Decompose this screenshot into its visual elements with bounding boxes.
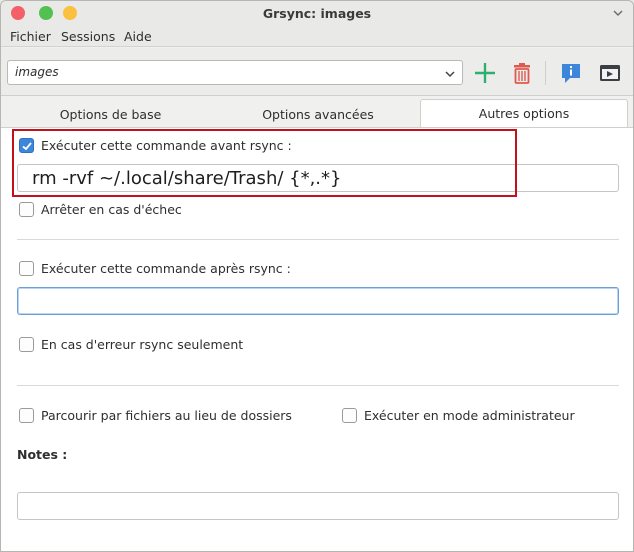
execute-button[interactable] xyxy=(597,60,623,86)
stop-on-fail-row: Arrêter en cas d'échec xyxy=(19,202,182,217)
stop-on-fail-label: Arrêter en cas d'échec xyxy=(41,202,182,217)
browse-files-checkbox[interactable] xyxy=(19,408,34,423)
highlight-box xyxy=(12,129,517,197)
run-as-admin-label: Exécuter en mode administrateur xyxy=(364,408,575,423)
tab-options-de-base[interactable]: Options de base xyxy=(3,101,218,127)
delete-session-icon xyxy=(514,63,530,84)
menu-bar: Fichier Sessions Aide xyxy=(1,27,633,47)
tab-autres-options[interactable]: Autres options xyxy=(420,99,628,128)
title-bar: Grsync: images xyxy=(1,1,633,27)
info-button[interactable] xyxy=(558,60,584,86)
separator xyxy=(17,239,619,240)
on-error-only-label: En cas d'erreur rsync seulement xyxy=(41,337,244,352)
session-value: images xyxy=(15,65,59,79)
menu-aide[interactable]: Aide xyxy=(124,29,152,44)
notes-label: Notes : xyxy=(17,447,68,462)
notes-row: Notes : xyxy=(17,447,67,462)
menu-sessions[interactable]: Sessions xyxy=(61,29,115,44)
toolbar-separator xyxy=(545,61,546,85)
info-icon xyxy=(562,64,580,83)
delete-session-button[interactable] xyxy=(509,60,535,86)
app-window: Grsync: images Fichier Sessions Aide ima… xyxy=(0,0,634,552)
execute-icon xyxy=(600,65,620,81)
toolbar: images xyxy=(1,48,633,96)
session-combobox[interactable]: images xyxy=(7,60,463,85)
notebook-tabs: Options de base Options avancées Autres … xyxy=(1,97,633,128)
on-error-only-row: En cas d'erreur rsync seulement xyxy=(19,337,243,352)
separator xyxy=(17,385,619,386)
notes-input[interactable] xyxy=(17,492,619,520)
browse-files-row: Parcourir par fichiers au lieu de dossie… xyxy=(19,408,292,423)
post-command-row: Exécuter cette commande après rsync : xyxy=(19,261,291,276)
run-as-admin-row: Exécuter en mode administrateur xyxy=(342,408,575,423)
window-title: Grsync: images xyxy=(262,6,372,21)
menu-fichier[interactable]: Fichier xyxy=(10,29,51,44)
add-session-button[interactable] xyxy=(472,60,498,86)
browse-files-label: Parcourir par fichiers au lieu de dossie… xyxy=(41,408,292,423)
window-menu-chevron-icon[interactable] xyxy=(611,6,625,20)
on-error-only-checkbox[interactable] xyxy=(19,337,34,352)
run-as-admin-checkbox[interactable] xyxy=(342,408,357,423)
add-session-icon xyxy=(475,63,495,83)
post-command-checkbox[interactable] xyxy=(19,261,34,276)
chevron-down-icon xyxy=(444,68,456,78)
tab-options-avancees[interactable]: Options avancées xyxy=(218,101,418,127)
post-command-label: Exécuter cette commande après rsync : xyxy=(41,261,291,276)
post-command-input[interactable] xyxy=(17,287,619,315)
stop-on-fail-checkbox[interactable] xyxy=(19,202,34,217)
